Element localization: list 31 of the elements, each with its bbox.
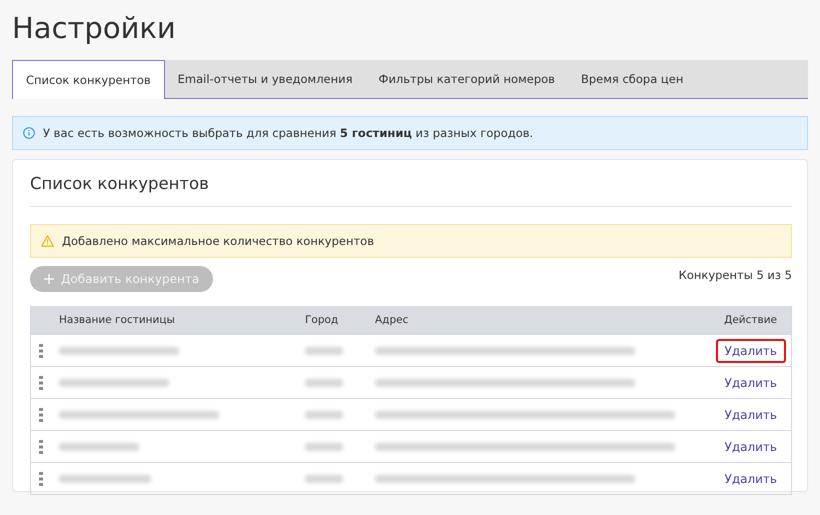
delete-link[interactable]: Удалить: [716, 402, 786, 426]
delete-link[interactable]: Удалить: [716, 466, 786, 490]
tab[interactable]: Фильтры категорий номеров: [366, 60, 568, 98]
blurred-text: [305, 410, 343, 419]
column-header: Действие: [723, 314, 778, 326]
competitor-counter: Конкуренты 5 из 5: [678, 268, 792, 282]
drag-handle-icon[interactable]: [39, 472, 43, 486]
warning-icon: [41, 235, 54, 247]
tab[interactable]: Список конкурентов: [12, 60, 165, 99]
info-icon: [23, 127, 35, 139]
column-header: Адрес: [375, 314, 410, 326]
drag-handle-icon[interactable]: [39, 344, 43, 358]
warning-text: Добавлено максимальное количество конкурентов: [62, 234, 374, 248]
tab[interactable]: Email-отчеты и уведомления: [164, 60, 366, 98]
delete-link[interactable]: Удалить: [716, 434, 786, 458]
blurred-text: [305, 442, 343, 451]
card-title: Список конкурентов: [30, 173, 210, 195]
column-header: Название гостиницы: [58, 314, 176, 326]
page-title: Настройки: [12, 10, 177, 47]
plus-icon: [44, 274, 54, 284]
drag-handle-icon[interactable]: [39, 408, 43, 422]
drag-handle-icon[interactable]: [39, 440, 43, 454]
blurred-text: [305, 474, 343, 483]
delete-link[interactable]: Удалить: [716, 338, 786, 362]
delete-link[interactable]: Удалить: [716, 370, 786, 394]
drag-handle-icon[interactable]: [39, 376, 43, 390]
info-text: У вас есть возможность выбрать для сравнения 5 гостиниц из разных городов.: [43, 126, 534, 140]
tab[interactable]: Время сбора цен: [568, 60, 696, 98]
column-header: Город: [305, 314, 340, 326]
blurred-text: [305, 378, 343, 387]
blurred-text: [305, 346, 343, 355]
